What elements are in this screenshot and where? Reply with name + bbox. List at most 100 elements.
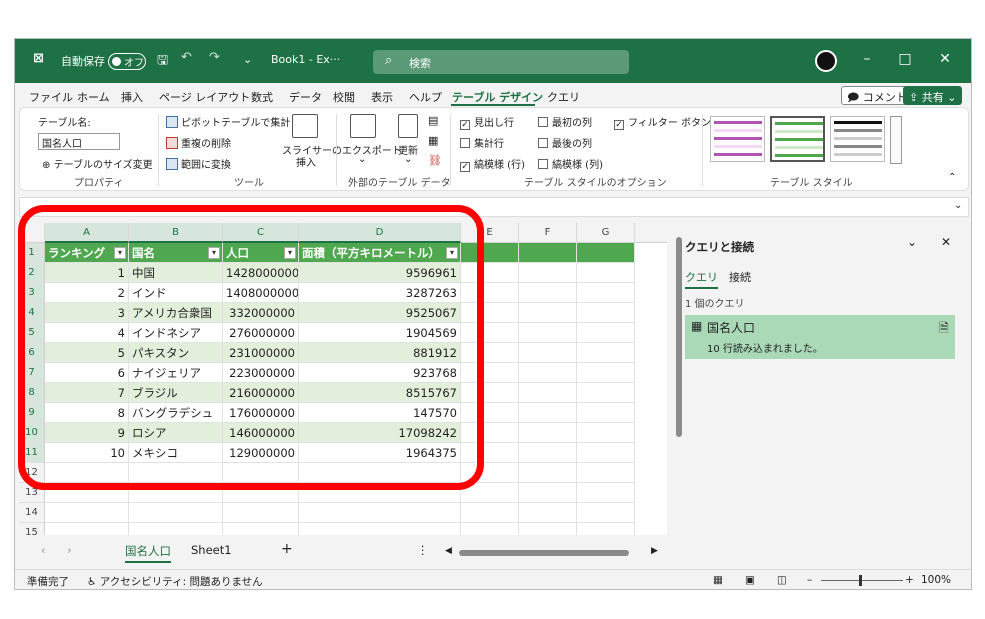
empty-cell[interactable] — [577, 523, 635, 535]
vertical-scroll-thumb[interactable] — [676, 237, 682, 437]
slicer-icon[interactable] — [292, 114, 318, 138]
pivot-summary-button[interactable]: ピボットテーブルで集計 — [166, 114, 290, 129]
total-row-checkbox[interactable]: 集計行 — [460, 135, 504, 150]
tab-query[interactable]: クエリ — [547, 89, 580, 105]
header-row-checkbox[interactable]: ✓ 見出し行 — [460, 114, 514, 130]
empty-cell[interactable] — [129, 503, 223, 523]
more-options-icon[interactable]: ⋮ — [417, 543, 429, 557]
empty-cell[interactable] — [461, 503, 519, 523]
customize-qat-icon[interactable]: ⌄ — [243, 53, 252, 66]
tab-home[interactable]: ホーム — [77, 89, 110, 105]
zoom-slider[interactable] — [821, 580, 903, 581]
empty-cell[interactable] — [519, 483, 577, 503]
normal-view-icon[interactable]: ▦ — [713, 574, 723, 586]
unlink-icon[interactable]: ⛓ — [428, 154, 442, 167]
empty-cell[interactable] — [519, 343, 577, 363]
add-sheet-button[interactable]: + — [281, 541, 293, 557]
maximize-button[interactable]: □ — [895, 51, 915, 67]
tab-page-layout[interactable]: ページ レイアウト — [159, 89, 250, 105]
insert-slicer-label-2[interactable]: 挿入 — [296, 154, 316, 169]
tab-connections[interactable]: 接続 — [729, 269, 751, 285]
tab-data[interactable]: データ — [289, 89, 322, 105]
empty-cell[interactable] — [519, 403, 577, 423]
filter-button-checkbox[interactable]: ✓ フィルター ボタン — [614, 114, 711, 130]
table-style-green[interactable] — [770, 116, 825, 162]
expand-formula-icon[interactable]: ⌄ — [954, 200, 962, 211]
empty-cell[interactable] — [577, 303, 635, 323]
empty-cell[interactable] — [223, 503, 299, 523]
empty-cell[interactable] — [45, 503, 129, 523]
next-sheet-icon[interactable]: › — [67, 543, 72, 557]
empty-cell[interactable] — [577, 483, 635, 503]
table-style-dark[interactable] — [830, 116, 885, 162]
empty-cell[interactable] — [577, 443, 635, 463]
empty-cell[interactable] — [577, 263, 635, 283]
refresh-icon[interactable] — [398, 114, 418, 138]
zoom-in-icon[interactable]: + — [905, 574, 914, 586]
banded-rows-checkbox[interactable]: ✓ 縞模様 (行) — [460, 156, 525, 172]
undo-icon[interactable]: ↶ — [181, 50, 192, 65]
remove-duplicates-button[interactable]: 重複の削除 — [166, 135, 231, 150]
query-item[interactable]: ▦ 国名人口 10 行読み込まれました。 🗎 — [685, 315, 955, 359]
empty-cell[interactable] — [577, 383, 635, 403]
empty-cell[interactable] — [519, 363, 577, 383]
tab-file[interactable]: ファイル — [29, 89, 73, 105]
empty-cell[interactable] — [519, 503, 577, 523]
tab-queries[interactable]: クエリ — [685, 269, 718, 289]
row-header[interactable]: 15 — [19, 523, 45, 535]
empty-cell[interactable] — [577, 323, 635, 343]
prev-sheet-icon[interactable]: ‹ — [41, 543, 46, 557]
empty-cell[interactable] — [519, 463, 577, 483]
empty-cell[interactable] — [45, 523, 129, 535]
scroll-right-icon[interactable]: ▶ — [651, 546, 658, 556]
empty-cell[interactable] — [519, 283, 577, 303]
last-column-checkbox[interactable]: 最後の列 — [538, 135, 592, 150]
gallery-scroll-arrows[interactable] — [890, 116, 902, 164]
tab-help[interactable]: ヘルプ — [409, 89, 442, 105]
empty-cell[interactable] — [577, 503, 635, 523]
export-button[interactable]: エクスポート — [342, 142, 402, 157]
page-break-view-icon[interactable]: ◫ — [777, 574, 787, 586]
zoom-level[interactable]: 100% — [921, 574, 951, 586]
column-header[interactable]: G — [577, 223, 635, 243]
empty-cell[interactable] — [519, 423, 577, 443]
tab-formulas[interactable]: 数式 — [251, 89, 273, 105]
empty-cell[interactable] — [577, 283, 635, 303]
empty-cell[interactable] — [519, 443, 577, 463]
tab-insert[interactable]: 挿入 — [121, 89, 143, 105]
refresh-dropdown-icon[interactable]: ⌄ — [404, 154, 412, 165]
minimize-button[interactable]: – — [857, 51, 877, 67]
zoom-slider-handle[interactable] — [859, 575, 862, 586]
empty-cell[interactable] — [519, 303, 577, 323]
tab-table-design[interactable]: テーブル デザイン — [452, 89, 543, 105]
empty-cell[interactable] — [519, 383, 577, 403]
export-icon[interactable] — [350, 114, 376, 138]
banded-columns-checkbox[interactable]: 縞模様 (列) — [538, 156, 603, 171]
resize-table-button[interactable]: ⊕ テーブルのサイズ変更 — [42, 156, 153, 171]
empty-cell[interactable] — [577, 243, 635, 263]
redo-icon[interactable]: ↷ — [209, 50, 220, 65]
empty-cell[interactable] — [461, 523, 519, 535]
empty-cell[interactable] — [519, 323, 577, 343]
pane-options-icon[interactable]: ⌄ — [907, 235, 917, 249]
sheet-tab[interactable]: Sheet1 — [191, 543, 232, 557]
table-style-magenta[interactable] — [710, 116, 765, 162]
horizontal-scroll-thumb[interactable] — [459, 550, 629, 556]
export-dropdown-icon[interactable]: ⌄ — [358, 154, 366, 165]
column-header[interactable]: F — [519, 223, 577, 243]
share-button[interactable]: ⇪ 共有 ⌄ — [903, 86, 963, 105]
empty-cell[interactable] — [519, 263, 577, 283]
avatar[interactable] — [815, 50, 837, 72]
convert-to-range-button[interactable]: 範囲に変換 — [166, 156, 231, 171]
save-icon[interactable]: 🖫 — [157, 51, 168, 73]
search-box[interactable]: ⌕ 検索 — [373, 50, 629, 74]
vertical-scrollbar[interactable] — [673, 223, 685, 535]
autosave-toggle[interactable]: オフ — [108, 53, 146, 70]
empty-cell[interactable] — [577, 403, 635, 423]
query-file-icon[interactable]: 🗎 — [939, 319, 949, 340]
empty-cell[interactable] — [299, 503, 461, 523]
first-column-checkbox[interactable]: 最初の列 — [538, 114, 592, 129]
empty-cell[interactable] — [519, 523, 577, 535]
tab-review[interactable]: 校閲 — [333, 89, 355, 105]
pane-close-icon[interactable]: ✕ — [941, 235, 951, 249]
